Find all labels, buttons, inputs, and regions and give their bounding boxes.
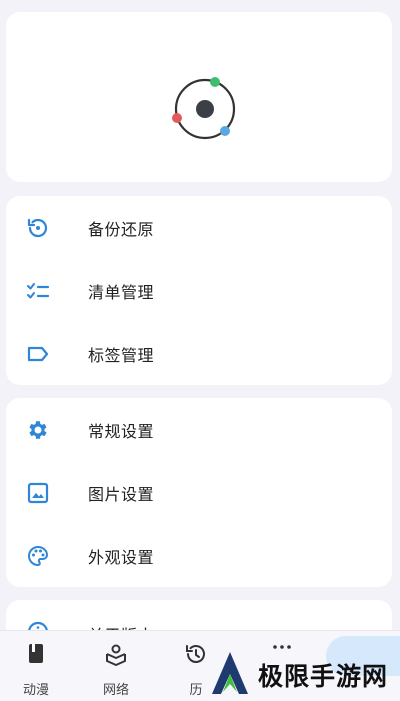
history-icon xyxy=(183,641,209,667)
menu-item-image-settings[interactable]: 图片设置 xyxy=(6,461,392,524)
nav-tab-label: 网络 xyxy=(102,683,129,698)
image-icon xyxy=(26,481,50,505)
watermark: 极限手游网 xyxy=(208,650,400,700)
menu-item-label: 图片设置 xyxy=(88,484,155,504)
menu-item-label: 标签管理 xyxy=(88,345,155,365)
menu-item-checklist[interactable]: 清单管理 xyxy=(6,259,392,322)
menu-item-general-settings[interactable]: 常规设置 xyxy=(6,398,392,461)
backup-restore-icon xyxy=(26,216,50,240)
network-icon xyxy=(103,641,129,667)
nav-tab-network[interactable]: 网络 xyxy=(86,631,146,701)
menu-item-label: 外观设置 xyxy=(88,547,155,567)
nav-tab-anime[interactable]: 动漫 xyxy=(6,631,66,701)
app-logo-icon xyxy=(172,76,238,142)
book-icon xyxy=(23,641,49,667)
menu-item-backup-restore[interactable]: 备份还原 xyxy=(6,196,392,259)
checklist-icon xyxy=(26,279,50,303)
app-logo-card xyxy=(6,12,392,182)
menu-item-label: 常规设置 xyxy=(88,421,155,441)
settings-group-preferences: 常规设置 图片设置 外观设置 xyxy=(6,398,392,587)
watermark-logo-icon xyxy=(208,650,252,700)
watermark-text: 极限手游网 xyxy=(258,662,389,691)
menu-item-label: 清单管理 xyxy=(88,282,155,302)
nav-tab-label: 动漫 xyxy=(22,683,49,698)
settings-group-data: 备份还原 清单管理 标签管理 xyxy=(6,196,392,385)
menu-item-appearance-settings[interactable]: 外观设置 xyxy=(6,524,392,587)
menu-item-tags[interactable]: 标签管理 xyxy=(6,322,392,385)
palette-icon xyxy=(26,544,50,568)
gear-icon xyxy=(26,418,50,442)
menu-item-label: 备份还原 xyxy=(88,219,155,239)
tag-icon xyxy=(26,342,50,366)
